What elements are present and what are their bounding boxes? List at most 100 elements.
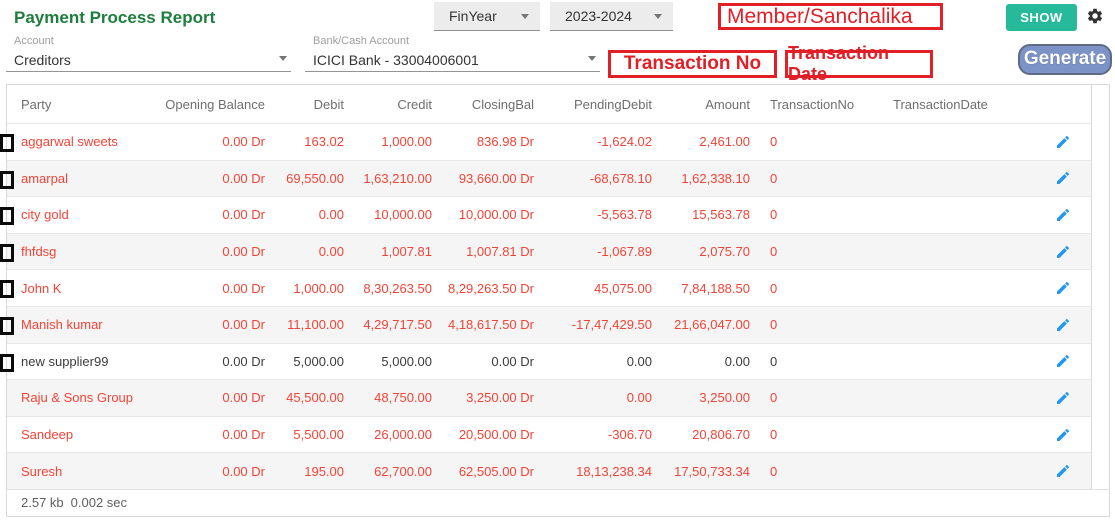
row-checkbox[interactable] xyxy=(0,171,14,189)
show-button[interactable]: SHOW xyxy=(1006,4,1077,31)
row-checkbox[interactable] xyxy=(0,317,14,335)
report-table: Party Opening Balance Debit Credit Closi… xyxy=(7,85,1092,489)
row-checkbox[interactable] xyxy=(0,280,14,298)
cell-pendingdebit: -1,624.02 xyxy=(534,134,652,149)
cell-debit: 0.00 xyxy=(265,244,344,259)
cell-pendingdebit: -68,678.10 xyxy=(534,171,652,186)
bank-select-label: Bank/Cash Account xyxy=(313,35,409,47)
cell-amount: 7,84,188.50 xyxy=(652,281,750,296)
edit-pencil-icon xyxy=(1055,244,1071,260)
cell-credit: 26,000.00 xyxy=(344,427,432,442)
cell-debit: 163.02 xyxy=(265,134,344,149)
edit-row-button[interactable] xyxy=(1053,132,1073,152)
page-title: Payment Process Report xyxy=(14,8,215,28)
transaction-no-annotation-box: Transaction No xyxy=(608,50,777,78)
cell-closingbal: 836.98 Dr xyxy=(432,134,534,149)
cell-party: new supplier99 xyxy=(21,354,161,369)
cell-credit: 48,750.00 xyxy=(344,390,432,405)
row-checkbox[interactable] xyxy=(0,354,14,372)
chevron-down-icon xyxy=(521,14,529,19)
cell-party: Manish kumar xyxy=(21,317,161,332)
cell-party: John K xyxy=(21,281,161,296)
generate-button[interactable]: Generate xyxy=(1018,44,1112,75)
cell-opening-balance: 0.00 Dr xyxy=(161,244,265,259)
edit-row-button[interactable] xyxy=(1053,242,1073,262)
cell-party: amarpal xyxy=(21,171,161,186)
cell-opening-balance: 0.00 Dr xyxy=(161,171,265,186)
cell-pendingdebit: -17,47,429.50 xyxy=(534,317,652,332)
cell-closingbal: 3,250.00 Dr xyxy=(432,390,534,405)
cell-credit: 1,007.81 xyxy=(344,244,432,259)
account-select-value: Creditors xyxy=(14,52,71,68)
cell-amount: 21,66,047.00 xyxy=(652,317,750,332)
table-row: John K 0.00 Dr 1,000.00 8,30,263.50 8,29… xyxy=(7,269,1091,306)
account-select-label: Account xyxy=(14,35,54,47)
cell-amount: 15,563.78 xyxy=(652,207,750,222)
table-row: city gold 0.00 Dr 0.00 10,000.00 10,000.… xyxy=(7,196,1091,233)
table-row: aggarwal sweets 0.00 Dr 163.02 1,000.00 … xyxy=(7,123,1091,160)
edit-row-button[interactable] xyxy=(1053,278,1073,298)
cell-amount: 3,250.00 xyxy=(652,390,750,405)
edit-pencil-icon xyxy=(1055,134,1071,150)
column-header-amount: Amount xyxy=(652,97,750,112)
cell-transactionno: 0 xyxy=(750,354,873,369)
cell-credit: 5,000.00 xyxy=(344,354,432,369)
cell-party: city gold xyxy=(21,207,161,222)
cell-closingbal: 8,29,263.50 Dr xyxy=(432,281,534,296)
edit-pencil-icon xyxy=(1055,353,1071,369)
report-table-card: Party Opening Balance Debit Credit Closi… xyxy=(6,84,1110,517)
year-select[interactable]: 2023-2024 xyxy=(550,2,673,31)
cell-pendingdebit: -5,563.78 xyxy=(534,207,652,222)
cell-opening-balance: 0.00 Dr xyxy=(161,464,265,479)
payment-process-report-page: Payment Process Report FinYear 2023-2024… xyxy=(0,0,1115,522)
cell-party: aggarwal sweets xyxy=(21,134,161,149)
cell-closingbal: 10,000.00 Dr xyxy=(432,207,534,222)
cell-party: Raju & Sons Group xyxy=(21,390,161,405)
cell-debit: 1,000.00 xyxy=(265,281,344,296)
edit-row-button[interactable] xyxy=(1053,205,1073,225)
cell-transactionno: 0 xyxy=(750,134,873,149)
edit-row-button[interactable] xyxy=(1053,351,1073,371)
cell-debit: 5,000.00 xyxy=(265,354,344,369)
table-row: new supplier99 0.00 Dr 5,000.00 5,000.00… xyxy=(7,343,1091,380)
member-annotation-box: Member/Sanchalika xyxy=(718,3,943,30)
column-header-transactiondate: TransactionDate xyxy=(873,97,1033,112)
cell-pendingdebit: 45,075.00 xyxy=(534,281,652,296)
edit-row-button[interactable] xyxy=(1053,425,1073,445)
bank-account-select[interactable]: Bank/Cash Account ICICI Bank - 330040060… xyxy=(305,34,600,72)
cell-closingbal: 4,18,617.50 Dr xyxy=(432,317,534,332)
row-checkbox[interactable] xyxy=(0,244,14,262)
edit-row-button[interactable] xyxy=(1053,315,1073,335)
cell-transactionno: 0 xyxy=(750,464,873,479)
gear-icon[interactable] xyxy=(1086,7,1104,25)
edit-row-button[interactable] xyxy=(1053,168,1073,188)
year-select-value: 2023-2024 xyxy=(565,8,632,24)
cell-amount: 2,461.00 xyxy=(652,134,750,149)
edit-row-button[interactable] xyxy=(1053,461,1073,481)
row-checkbox[interactable] xyxy=(0,134,14,152)
cell-opening-balance: 0.00 Dr xyxy=(161,134,265,149)
cell-debit: 11,100.00 xyxy=(265,317,344,332)
chevron-down-icon xyxy=(279,56,287,61)
cell-credit: 62,700.00 xyxy=(344,464,432,479)
transaction-no-annotation-label: Transaction No xyxy=(624,53,761,75)
cell-amount: 2,075.70 xyxy=(652,244,750,259)
edit-pencil-icon xyxy=(1055,427,1071,443)
cell-opening-balance: 0.00 Dr xyxy=(161,207,265,222)
cell-transactionno: 0 xyxy=(750,317,873,332)
table-row: Manish kumar 0.00 Dr 11,100.00 4,29,717.… xyxy=(7,306,1091,343)
load-time: 0.002 sec xyxy=(71,495,127,510)
row-checkbox[interactable] xyxy=(0,207,14,225)
account-select[interactable]: Account Creditors xyxy=(6,34,291,72)
cell-debit: 69,550.00 xyxy=(265,171,344,186)
finyear-select[interactable]: FinYear xyxy=(434,2,540,31)
cell-opening-balance: 0.00 Dr xyxy=(161,317,265,332)
cell-debit: 45,500.00 xyxy=(265,390,344,405)
member-annotation-label: Member/Sanchalika xyxy=(727,5,913,29)
column-header-closingbal: ClosingBal xyxy=(432,97,534,112)
cell-debit: 5,500.00 xyxy=(265,427,344,442)
cell-opening-balance: 0.00 Dr xyxy=(161,281,265,296)
cell-closingbal: 93,660.00 Dr xyxy=(432,171,534,186)
edit-row-button[interactable] xyxy=(1053,388,1073,408)
edit-pencil-icon xyxy=(1055,170,1071,186)
